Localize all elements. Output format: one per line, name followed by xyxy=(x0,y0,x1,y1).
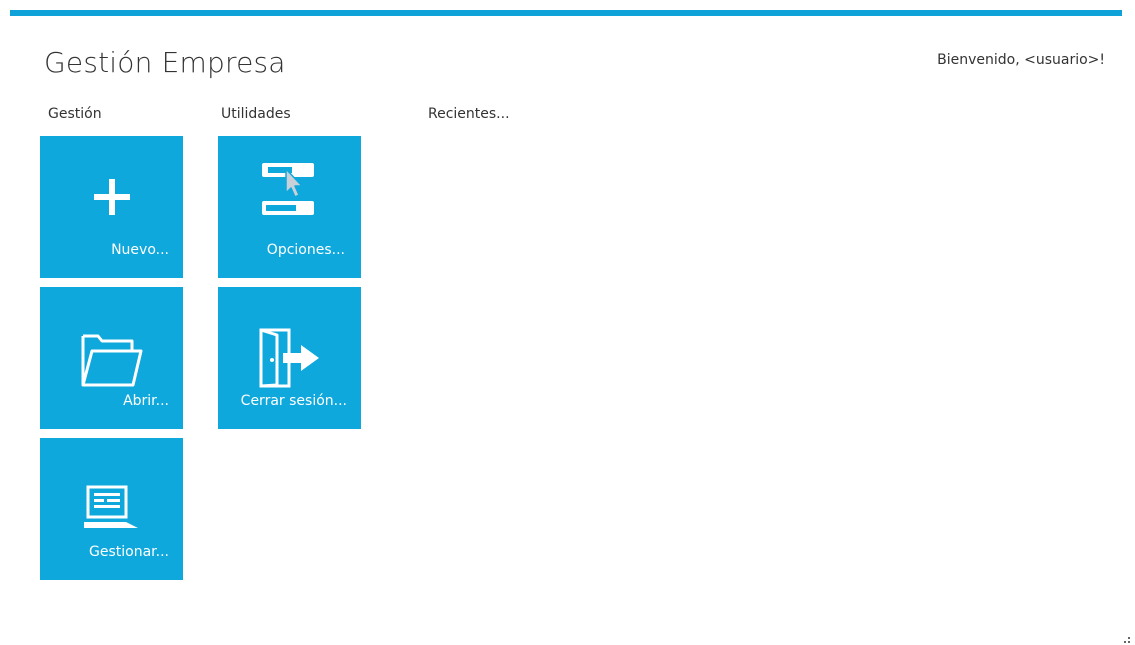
manage-tile-label: Gestionar... xyxy=(89,544,169,560)
open-tile-label: Abrir... xyxy=(123,393,169,409)
new-tile-button[interactable]: Nuevo... xyxy=(40,136,183,278)
section-label-utilidades: Utilidades xyxy=(221,106,291,122)
logout-tile-label: Cerrar sesión... xyxy=(240,393,347,409)
options-tile-button[interactable]: Opciones... xyxy=(218,136,361,278)
plus-icon xyxy=(40,142,183,252)
options-toggle-icon xyxy=(218,136,361,246)
top-accent-bar xyxy=(10,10,1122,16)
open-tile-button[interactable]: Abrir... xyxy=(40,287,183,429)
app-window: Gestión Empresa Bienvenido, <usuario>! G… xyxy=(0,0,1135,645)
section-label-gestion: Gestión xyxy=(48,106,102,122)
manage-tile-button[interactable]: Gestionar... xyxy=(40,438,183,580)
page-title: Gestión Empresa xyxy=(44,46,286,79)
welcome-text: Bienvenido, <usuario>! xyxy=(937,52,1105,68)
resize-grip-icon[interactable] xyxy=(1121,631,1131,643)
section-label-recientes: Recientes... xyxy=(428,106,510,122)
new-tile-label: Nuevo... xyxy=(111,242,169,258)
logout-tile-button[interactable]: Cerrar sesión... xyxy=(218,287,361,429)
options-tile-label: Opciones... xyxy=(266,242,345,258)
